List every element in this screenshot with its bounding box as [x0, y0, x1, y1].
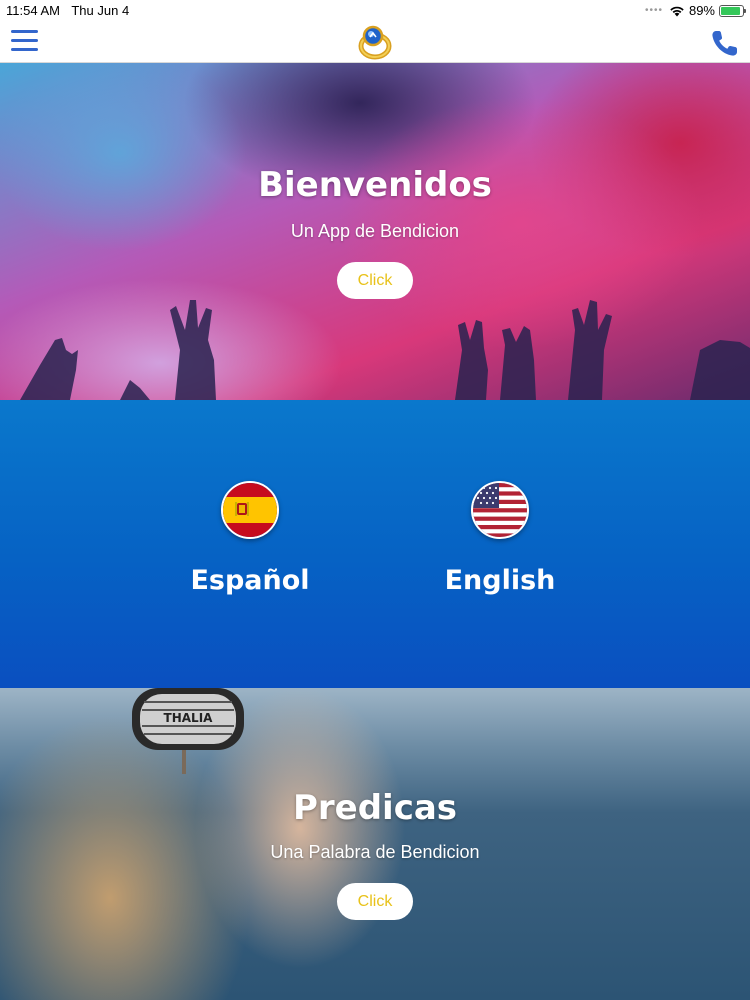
headphone-brand-text: THALIA: [164, 711, 214, 725]
phone-icon[interactable]: [710, 28, 740, 58]
status-time: 11:54 AM: [6, 3, 60, 18]
language-option-espanol[interactable]: Español: [150, 481, 350, 596]
sermons-title: Predicas: [292, 788, 458, 828]
welcome-hero-content: Bienvenidos Un App de Bendicion Click: [0, 165, 750, 299]
language-option-english[interactable]: English: [400, 481, 600, 596]
battery-percent: 89%: [688, 3, 715, 18]
status-bar: 11:54 AM Thu Jun 4 •••• 89%: [0, 0, 750, 22]
welcome-subtitle: Un App de Bendicion: [290, 221, 460, 241]
status-left: 11:54 AM Thu Jun 4: [6, 3, 137, 18]
sermons-click-button[interactable]: Click: [337, 883, 413, 920]
sermons-subtitle: Una Palabra de Bendicion: [270, 842, 480, 862]
welcome-hero: Bienvenidos Un App de Bendicion Click: [0, 63, 750, 400]
language-section: Español English: [0, 400, 750, 688]
ring-logo-icon: [358, 25, 392, 60]
sermons-hero: THALIA Predicas Una Palabra de Bendicion…: [0, 688, 750, 1000]
sermons-hero-content: Predicas Una Palabra de Bendicion Click: [0, 788, 750, 920]
headphones-graphic: THALIA: [132, 688, 244, 774]
welcome-click-button[interactable]: Click: [337, 262, 413, 299]
signal-icon: ••••: [644, 5, 663, 16]
welcome-title: Bienvenidos: [258, 165, 492, 205]
status-right: •••• 89%: [644, 3, 746, 18]
language-label-english: English: [444, 565, 556, 596]
hamburger-icon[interactable]: [11, 30, 38, 52]
wifi-icon: [670, 6, 684, 16]
battery-level: [721, 6, 740, 15]
nav-bar: [0, 22, 750, 63]
spain-flag-icon: [221, 481, 279, 539]
status-date: Thu Jun 4: [71, 3, 130, 18]
language-label-espanol: Español: [190, 565, 310, 596]
battery-icon: [719, 4, 746, 17]
usa-flag-icon: [471, 481, 529, 539]
